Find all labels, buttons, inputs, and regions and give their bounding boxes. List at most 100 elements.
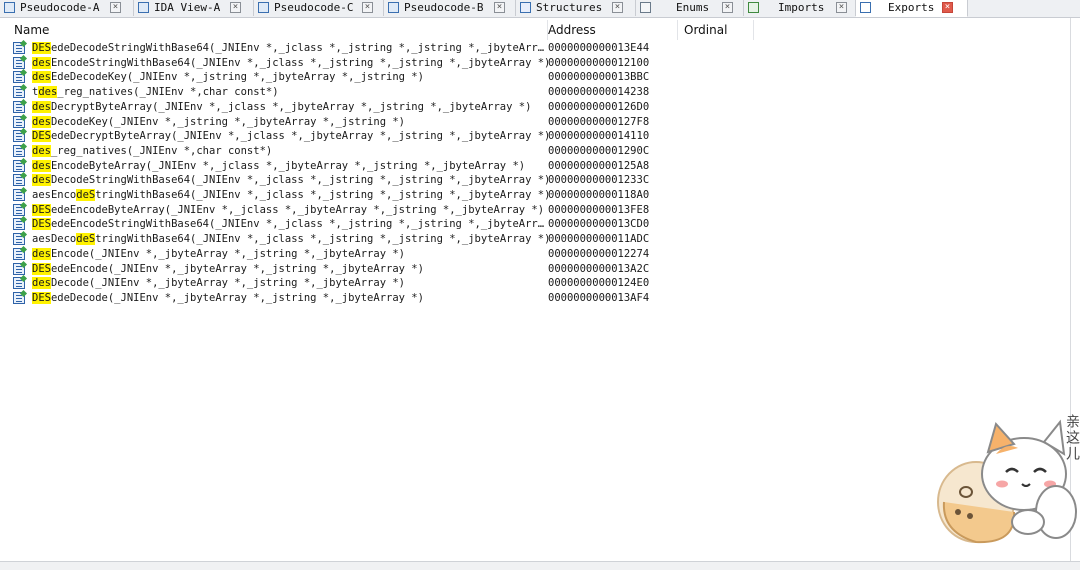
tab-pseudocode-c[interactable]: Pseudocode-C ×: [254, 0, 384, 16]
export-address: 0000000000013AF4: [548, 291, 650, 304]
tab-label: Pseudocode-C: [274, 1, 354, 14]
export-address: 00000000000118A0: [548, 189, 650, 201]
search-highlight: des: [32, 174, 51, 187]
table-row[interactable]: DESedeDecode(_JNIEnv *,_jbyteArray *,_js…: [8, 291, 768, 306]
export-function-icon: [13, 174, 25, 187]
export-address: 0000000000012274: [548, 247, 650, 260]
table-row[interactable]: desDecodeStringWithBase64(_JNIEnv *,_jcl…: [8, 173, 768, 188]
search-highlight: des: [32, 100, 51, 113]
name-prefix: aesEnco: [32, 189, 77, 201]
name-rest: tringWithBase64(_JNIEnv *,_jclass *,_jst…: [95, 233, 551, 246]
close-icon[interactable]: ×: [362, 2, 373, 13]
cat-sticker-icon: [937, 419, 1077, 544]
exports-table: Name Address Ordinal DESedeDecodeStringW…: [8, 20, 1080, 565]
close-icon[interactable]: ×: [722, 2, 733, 13]
export-address: 00000000000124E0: [548, 277, 650, 290]
table-header: Name Address Ordinal: [8, 20, 1074, 40]
search-highlight: des: [32, 159, 51, 172]
export-function-icon: [13, 86, 25, 99]
enums-icon: [640, 2, 651, 13]
close-icon[interactable]: ×: [836, 2, 847, 13]
tab-bar: Pseudocode-A × IDA View-A × Pseudocode-C…: [0, 0, 1080, 18]
search-highlight: des: [32, 144, 51, 157]
export-address: 0000000000013A2C: [548, 262, 650, 275]
tab-structures[interactable]: Structures ×: [516, 0, 636, 16]
table-row[interactable]: DESedeEncodeByteArray(_JNIEnv *,_jclass …: [8, 203, 768, 218]
export-function-icon: [13, 189, 25, 201]
export-name: desDecryptByteArray(_JNIEnv *,_jclass *,…: [32, 100, 531, 115]
search-highlight: DES: [32, 130, 51, 143]
tab-label: Pseudocode-B: [404, 1, 484, 14]
table-row[interactable]: aesDecodeStringWithBase64(_JNIEnv *,_jcl…: [8, 232, 768, 247]
column-header-ordinal[interactable]: Ordinal: [678, 20, 754, 40]
export-function-icon: [13, 144, 25, 157]
export-function-icon: [13, 262, 25, 275]
export-function-icon: [13, 218, 25, 231]
export-function-icon: [13, 56, 25, 69]
export-function-icon: [13, 203, 25, 216]
export-address: 0000000000014238: [548, 86, 650, 99]
table-row[interactable]: desDecodeKey(_JNIEnv *,_jstring *,_jbyte…: [8, 115, 768, 130]
close-icon[interactable]: ×: [110, 2, 121, 13]
search-highlight: des: [32, 71, 51, 84]
exports-icon: [860, 2, 871, 13]
table-row[interactable]: desEncodeStringWithBase64(_JNIEnv *,_jcl…: [8, 56, 768, 71]
column-header-address[interactable]: Address: [542, 20, 678, 40]
export-name: aesDecodeStringWithBase64(_JNIEnv *,_jcl…: [32, 232, 550, 247]
tab-label: Pseudocode-A: [20, 1, 100, 14]
search-highlight: DES: [32, 203, 51, 216]
export-address: 0000000000012100: [548, 56, 650, 69]
export-name: tdes_reg_natives(_JNIEnv *,char const*): [32, 85, 279, 100]
name-rest: EncodeStringWithBase64(_JNIEnv *,_jclass…: [50, 56, 551, 69]
tab-pseudocode-a[interactable]: Pseudocode-A ×: [0, 0, 134, 16]
name-rest: DecodeStringWithBase64(_JNIEnv *,_jclass…: [50, 174, 551, 187]
table-row[interactable]: DESedeEncode(_JNIEnv *,_jbyteArray *,_js…: [8, 262, 768, 277]
name-rest: edeDecryptByteArray(_JNIEnv *,_jclass *,…: [50, 130, 551, 143]
export-function-icon: [13, 159, 25, 172]
table-row[interactable]: tdes_reg_natives(_JNIEnv *,char const*) 0…: [8, 85, 768, 100]
export-address: 0000000000013FE8: [548, 203, 650, 216]
name-rest: EncodeByteArray(_JNIEnv *,_jclass *,_jby…: [50, 159, 526, 172]
table-row[interactable]: aesEncodeStringWithBase64(_JNIEnv *,_jcl…: [8, 188, 768, 203]
tab-enums[interactable]: Enums ×: [636, 0, 744, 16]
export-name: DESedeDecode(_JNIEnv *,_jbyteArray *,_js…: [32, 291, 424, 306]
structures-icon: [520, 2, 531, 13]
name-rest: edeDecodeStringWithBase64(_JNIEnv *,_jcl…: [50, 42, 545, 54]
name-rest: Decode(_JNIEnv *,_jbyteArray *,_jstring …: [50, 277, 405, 290]
table-row[interactable]: desDecryptByteArray(_JNIEnv *,_jclass *,…: [8, 100, 768, 115]
tab-imports[interactable]: Imports ×: [744, 0, 856, 16]
sticker-caption: 亲这儿: [1064, 414, 1080, 462]
export-address: 0000000000014110: [548, 130, 650, 143]
close-icon[interactable]: ×: [612, 2, 623, 13]
name-rest: DecodeKey(_JNIEnv *,_jstring *,_jbyteArr…: [50, 115, 405, 128]
export-function-icon: [13, 42, 25, 54]
export-address: 00000000000127F8: [548, 115, 650, 128]
table-row[interactable]: desDecode(_JNIEnv *,_jbyteArray *,_jstri…: [8, 276, 768, 291]
table-row[interactable]: DESedeDecryptByteArray(_JNIEnv *,_jclass…: [8, 129, 768, 144]
table-row[interactable]: desEdeDecodeKey(_JNIEnv *,_jstring *,_jb…: [8, 70, 768, 85]
export-address: 00000000000125A8: [548, 159, 650, 172]
table-row[interactable]: DESedeDecodeStringWithBase64(_JNIEnv *,_…: [8, 41, 768, 56]
export-address: 000000000001233C: [548, 174, 650, 187]
close-icon[interactable]: ×: [230, 2, 241, 13]
name-prefix: aesDeco: [32, 233, 77, 246]
table-row[interactable]: desEncode(_JNIEnv *,_jbyteArray *,_jstri…: [8, 247, 768, 262]
search-highlight: des: [32, 115, 51, 128]
tab-pseudocode-b[interactable]: Pseudocode-B ×: [384, 0, 516, 16]
export-name: desEncodeStringWithBase64(_JNIEnv *,_jcl…: [32, 56, 550, 71]
tab-ida-view-a[interactable]: IDA View-A ×: [134, 0, 254, 16]
tab-exports[interactable]: Exports ×: [856, 0, 968, 17]
table-row[interactable]: des_reg_natives(_JNIEnv *,char const*) 00…: [8, 144, 768, 159]
close-icon[interactable]: ×: [942, 2, 953, 13]
close-icon[interactable]: ×: [494, 2, 505, 13]
column-header-name[interactable]: Name: [8, 20, 548, 40]
name-rest: edeEncode(_JNIEnv *,_jbyteArray *,_jstri…: [50, 262, 424, 275]
export-name: desDecode(_JNIEnv *,_jbyteArray *,_jstri…: [32, 276, 405, 291]
search-highlight: des: [38, 86, 58, 99]
table-row[interactable]: DESedeEncodeStringWithBase64(_JNIEnv *,_…: [8, 217, 768, 232]
export-function-icon: [13, 277, 25, 290]
name-rest: tringWithBase64(_JNIEnv *,_jclass *,_jst…: [95, 189, 551, 201]
pseudocode-icon: [388, 2, 399, 13]
export-address: 00000000000126D0: [548, 100, 650, 113]
table-row[interactable]: desEncodeByteArray(_JNIEnv *,_jclass *,_…: [8, 159, 768, 174]
